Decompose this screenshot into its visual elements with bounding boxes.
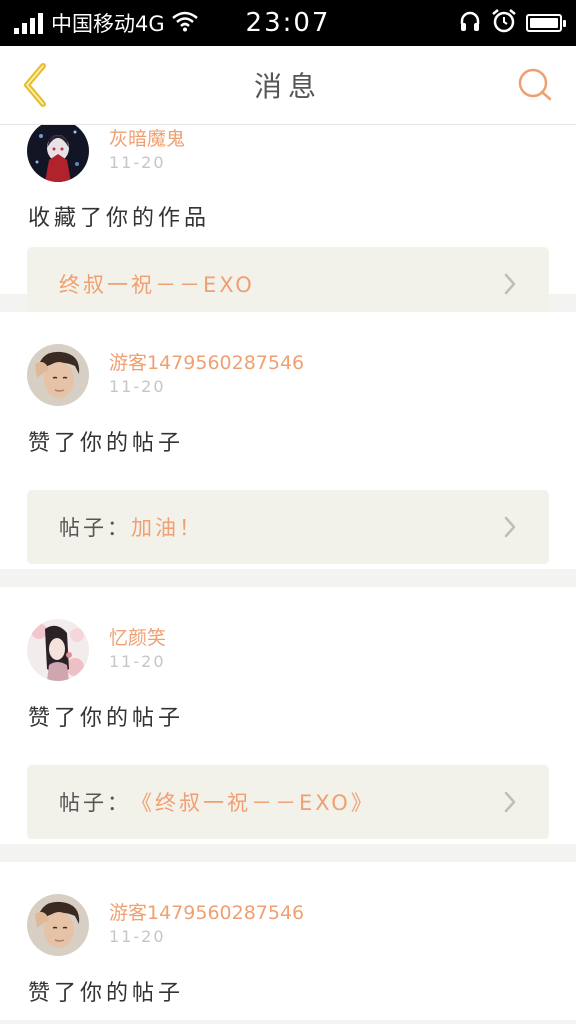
wifi-icon <box>171 10 199 36</box>
alarm-clock-icon <box>490 8 518 38</box>
page-title: 消息 <box>253 70 322 103</box>
chevron-right-icon <box>503 790 517 814</box>
ref-prefix: 帖子： <box>59 791 131 815</box>
avatar[interactable] <box>27 619 89 681</box>
notification-list[interactable]: 灰暗魔鬼 11-20 收藏了你的作品 终叔一祝－－EXO 游客147956028… <box>0 80 576 1020</box>
timestamp: 11-20 <box>109 652 166 671</box>
ref-title: 终叔一祝－－EXO <box>59 273 255 297</box>
chevron-left-icon <box>24 63 46 107</box>
action-text: 赞了你的帖子 <box>28 431 185 456</box>
timestamp: 11-20 <box>109 927 166 946</box>
action-text: 收藏了你的作品 <box>28 206 211 231</box>
username[interactable]: 灰暗魔鬼 <box>109 127 185 151</box>
battery-level <box>530 18 558 28</box>
avatar[interactable] <box>27 120 89 182</box>
nav-bar: 消息 <box>0 46 576 125</box>
ref-title: 加油！ <box>131 516 203 540</box>
referenced-work-link[interactable]: 终叔一祝－－EXO <box>27 247 549 321</box>
action-text: 赞了你的帖子 <box>28 706 185 731</box>
username[interactable]: 忆颜笑 <box>109 626 166 650</box>
notification-item: 忆颜笑 11-20 赞了你的帖子 帖子： 《终叔一祝－－EXO》 <box>0 587 576 844</box>
username[interactable]: 游客1479560287546 <box>109 351 304 375</box>
notification-item: 游客1479560287546 11-20 赞了你的帖子 帖子： 加油！ <box>0 312 576 569</box>
action-text: 赞了你的帖子 <box>28 981 185 1006</box>
ref-title: 《终叔一祝－－EXO》 <box>131 791 375 815</box>
search-icon <box>518 68 552 101</box>
back-button[interactable] <box>14 60 58 110</box>
referenced-post-link[interactable]: 帖子： 《终叔一祝－－EXO》 <box>27 765 549 839</box>
ref-prefix: 帖子： <box>59 516 131 540</box>
carrier-label: 中国移动4G <box>51 12 165 36</box>
timestamp: 11-20 <box>109 377 166 396</box>
username[interactable]: 游客1479560287546 <box>109 901 304 925</box>
notification-item: 游客1479560287546 11-20 赞了你的帖子 <box>0 862 576 1020</box>
status-bar: 中国移动4G 23:07 <box>0 0 576 46</box>
avatar[interactable] <box>27 344 89 406</box>
search-button[interactable] <box>514 64 556 106</box>
referenced-post-link[interactable]: 帖子： 加油！ <box>27 490 549 564</box>
cellular-signal-icon <box>14 12 43 34</box>
battery-icon <box>526 14 566 32</box>
chevron-right-icon <box>503 515 517 539</box>
headphones-icon <box>458 9 482 37</box>
timestamp: 11-20 <box>109 153 166 172</box>
chevron-right-icon <box>503 272 517 296</box>
avatar[interactable] <box>27 894 89 956</box>
